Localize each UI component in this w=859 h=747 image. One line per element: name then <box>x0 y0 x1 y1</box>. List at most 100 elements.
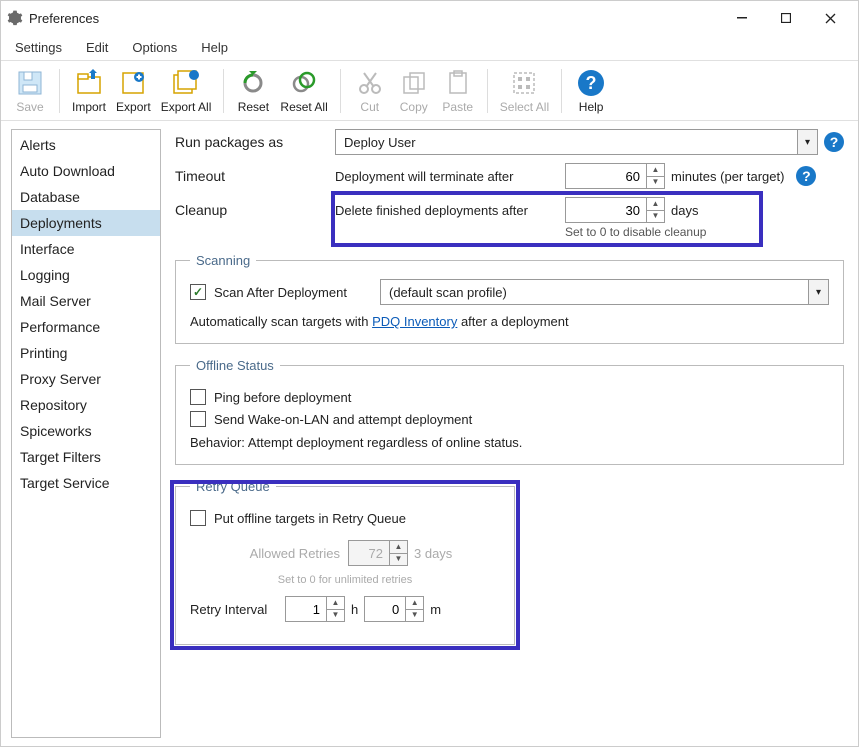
sidebar-item-alerts[interactable]: Alerts <box>12 132 160 158</box>
wol-checkbox[interactable] <box>190 411 206 427</box>
paste-label: Paste <box>442 100 473 114</box>
ping-before-label: Ping before deployment <box>214 390 351 405</box>
help-icon: ? <box>576 68 606 98</box>
sidebar-item-logging[interactable]: Logging <box>12 262 160 288</box>
spin-down-icon[interactable]: ▼ <box>647 177 664 189</box>
sidebar-item-database[interactable]: Database <box>12 184 160 210</box>
retry-interval-m-spinner[interactable]: ▲▼ <box>364 596 424 622</box>
sidebar-item-repository[interactable]: Repository <box>12 392 160 418</box>
cleanup-unit: days <box>671 203 698 218</box>
allowed-retries-hint: Set to 0 for unlimited retries <box>190 574 500 586</box>
select-all-icon <box>509 68 539 98</box>
offline-status-group: Offline Status Ping before deployment Se… <box>175 358 844 465</box>
reset-button[interactable]: Reset <box>232 64 274 118</box>
help-icon[interactable]: ? <box>796 166 816 186</box>
spin-up-icon[interactable]: ▲ <box>647 198 664 211</box>
cut-button: Cut <box>349 64 391 118</box>
spin-up-icon[interactable]: ▲ <box>406 597 423 610</box>
reset-all-icon <box>289 68 319 98</box>
run-as-value: Deploy User <box>336 135 797 150</box>
titlebar: Preferences <box>1 1 858 35</box>
save-icon <box>15 68 45 98</box>
copy-label: Copy <box>400 100 428 114</box>
sidebar-item-target-service[interactable]: Target Service <box>12 470 160 496</box>
import-icon <box>74 68 104 98</box>
spin-down-icon[interactable]: ▼ <box>327 610 344 622</box>
timeout-input[interactable] <box>566 164 646 188</box>
retry-interval-h-spinner[interactable]: ▲▼ <box>285 596 345 622</box>
timeout-spinner[interactable]: ▲▼ <box>565 163 665 189</box>
toolbar-separator <box>340 69 341 113</box>
export-button[interactable]: Export <box>112 64 155 118</box>
cleanup-days-spinner[interactable]: ▲▼ <box>565 197 665 223</box>
maximize-button[interactable] <box>764 3 808 33</box>
help-button[interactable]: ? Help <box>570 64 612 118</box>
spin-up-icon: ▲ <box>390 541 407 554</box>
menu-edit[interactable]: Edit <box>82 38 112 57</box>
sidebar-item-mail-server[interactable]: Mail Server <box>12 288 160 314</box>
timeout-unit: minutes (per target) <box>671 169 784 184</box>
sidebar-item-deployments[interactable]: Deployments <box>12 210 160 236</box>
retry-interval-label: Retry Interval <box>190 602 285 617</box>
minute-unit: m <box>430 602 441 617</box>
spin-up-icon[interactable]: ▲ <box>327 597 344 610</box>
close-button[interactable] <box>808 3 852 33</box>
auto-scan-text: Automatically scan targets with PDQ Inve… <box>190 314 829 329</box>
pdq-inventory-link[interactable]: PDQ Inventory <box>372 314 457 329</box>
sidebar-item-proxy-server[interactable]: Proxy Server <box>12 366 160 392</box>
export-all-button[interactable]: Export All <box>157 64 216 118</box>
retry-queue-checkbox[interactable] <box>190 510 206 526</box>
paste-button: Paste <box>437 64 479 118</box>
toolbar-separator <box>487 69 488 113</box>
minimize-button[interactable] <box>720 3 764 33</box>
sidebar-item-interface[interactable]: Interface <box>12 236 160 262</box>
sidebar-item-spiceworks[interactable]: Spiceworks <box>12 418 160 444</box>
ping-before-checkbox[interactable] <box>190 389 206 405</box>
scan-profile-value: (default scan profile) <box>381 285 808 300</box>
scan-after-checkbox[interactable] <box>190 284 206 300</box>
allowed-retries-suffix: 3 days <box>414 546 452 561</box>
menu-help[interactable]: Help <box>197 38 232 57</box>
spin-up-icon[interactable]: ▲ <box>647 164 664 177</box>
preferences-window: Preferences Settings Edit Options Help S… <box>0 0 859 747</box>
cleanup-input[interactable] <box>566 198 646 222</box>
chevron-down-icon: ▾ <box>797 130 817 154</box>
retry-interval-m-input[interactable] <box>365 597 405 621</box>
reset-all-button[interactable]: Reset All <box>276 64 331 118</box>
wol-label: Send Wake-on-LAN and attempt deployment <box>214 412 472 427</box>
cleanup-text: Delete finished deployments after <box>335 203 565 218</box>
cut-icon <box>355 68 385 98</box>
svg-text:?: ? <box>586 73 597 93</box>
reset-label: Reset <box>238 100 269 114</box>
category-sidebar: Alerts Auto Download Database Deployment… <box>11 129 161 738</box>
reset-icon <box>238 68 268 98</box>
gear-icon <box>7 10 23 26</box>
help-icon[interactable]: ? <box>824 132 844 152</box>
export-all-label: Export All <box>161 100 212 114</box>
import-label: Import <box>72 100 106 114</box>
menu-settings[interactable]: Settings <box>11 38 66 57</box>
sidebar-item-printing[interactable]: Printing <box>12 340 160 366</box>
export-icon <box>118 68 148 98</box>
toolbar: Save Import Export Export All Rese <box>1 61 858 121</box>
window-title: Preferences <box>29 11 99 26</box>
spin-down-icon[interactable]: ▼ <box>406 610 423 622</box>
export-label: Export <box>116 100 151 114</box>
settings-panel: Run packages as Deploy User ▾ ? Timeout … <box>167 121 858 746</box>
sidebar-item-performance[interactable]: Performance <box>12 314 160 340</box>
menu-options[interactable]: Options <box>128 38 181 57</box>
retry-interval-h-input[interactable] <box>286 597 326 621</box>
import-button[interactable]: Import <box>68 64 110 118</box>
paste-icon <box>443 68 473 98</box>
sidebar-item-auto-download[interactable]: Auto Download <box>12 158 160 184</box>
toolbar-separator <box>59 69 60 113</box>
help-label: Help <box>579 100 604 114</box>
hour-unit: h <box>351 602 358 617</box>
spin-down-icon[interactable]: ▼ <box>647 211 664 223</box>
sidebar-item-target-filters[interactable]: Target Filters <box>12 444 160 470</box>
scan-after-label: Scan After Deployment <box>214 285 347 300</box>
retry-queue-group: Retry Queue Put offline targets in Retry… <box>175 479 515 645</box>
scan-profile-select[interactable]: (default scan profile) ▾ <box>380 279 829 305</box>
select-all-button: Select All <box>496 64 553 118</box>
run-as-select[interactable]: Deploy User ▾ <box>335 129 818 155</box>
